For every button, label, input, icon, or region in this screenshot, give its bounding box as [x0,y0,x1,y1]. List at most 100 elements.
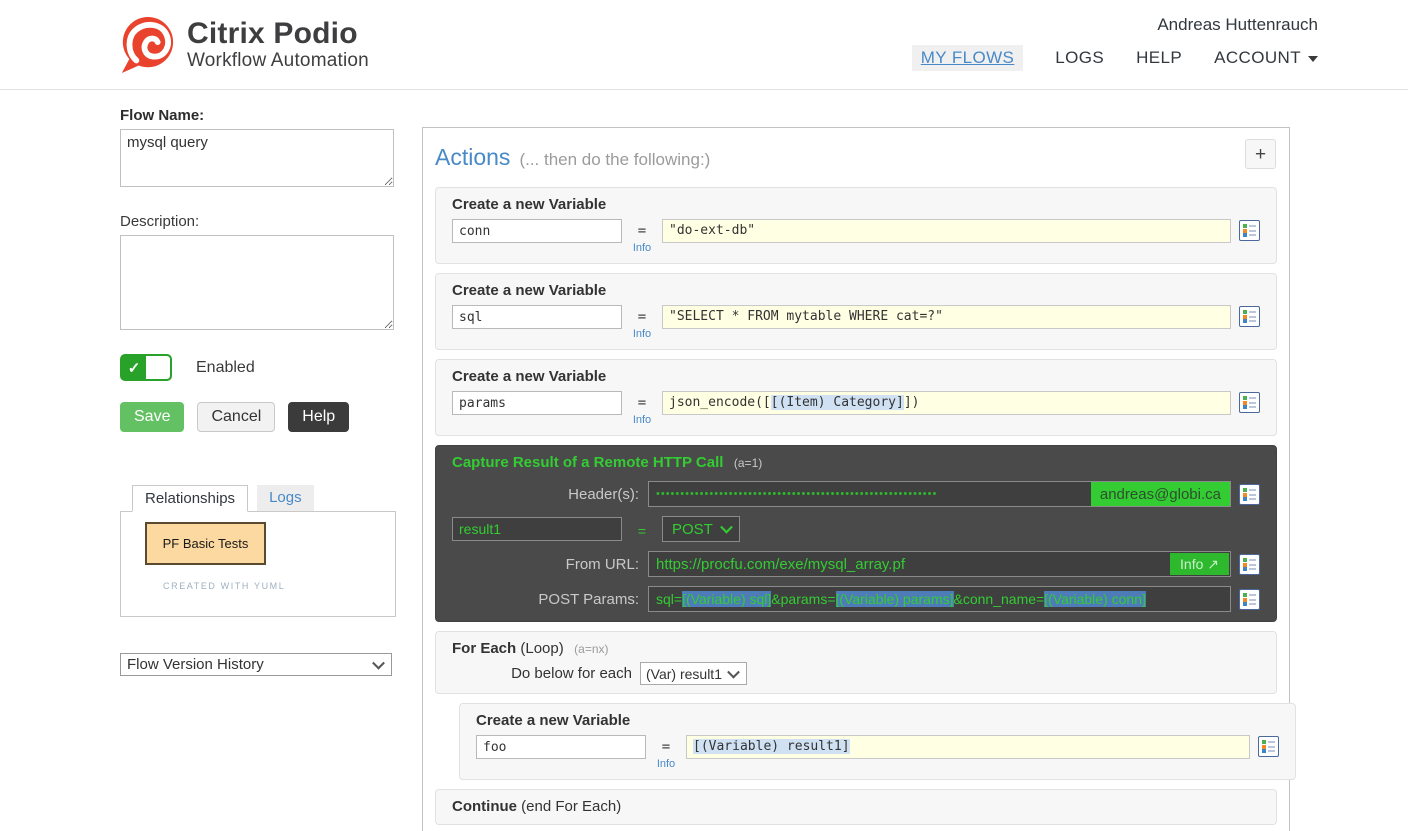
actions-subtitle: (... then do the following:) [519,150,710,170]
info-link[interactable]: Info [622,328,662,340]
equals-sign: = [622,222,662,240]
card-title: Continue [452,798,517,815]
checkmark-icon: ✓ [122,356,146,379]
action-card-create-variable-params: Create a new Variable = Info json_encode(… [435,359,1277,436]
action-badge: (a=1) [734,456,762,470]
tab-relationships[interactable]: Relationships [132,485,248,512]
variable-name-input[interactable] [476,735,646,759]
description-textarea[interactable] [120,235,394,330]
action-card-remote-http-call: Capture Result of a Remote HTTP Call (a=… [435,445,1277,622]
action-badge: (a=nx) [574,642,608,656]
help-button[interactable]: Help [288,402,349,432]
sidebar: Flow Name: mysql query Description: ✓ En… [120,107,396,676]
flow-version-history-select[interactable]: Flow Version History [120,653,392,676]
card-title: Create a new Variable [452,196,1260,213]
post-params-field[interactable]: sql=[(Variable) sql]&params=[(Variable) … [648,586,1231,612]
enabled-toggle[interactable]: ✓ [120,354,172,381]
info-link[interactable]: Info [646,758,686,770]
toggle-knob [146,356,170,379]
flow-name-label: Flow Name: [120,107,396,124]
cancel-button[interactable]: Cancel [197,402,275,432]
result-variable-input[interactable] [452,517,622,541]
action-card-create-variable-conn: Create a new Variable = Info "do-ext-db" [435,187,1277,264]
variable-value-field[interactable]: "SELECT * FROM mytable WHERE cat=?" [662,305,1231,329]
method-select-wrap: POST [662,516,740,542]
brand: Citrix Podio Workflow Automation [118,15,369,75]
card-title: Capture Result of a Remote HTTP Call [452,454,723,471]
token-picker-icon[interactable] [1239,392,1260,413]
variable-value-field[interactable]: "do-ext-db" [662,219,1231,243]
equals-sign: = [622,522,662,540]
main-nav: MY FLOWS LOGS HELP ACCOUNT [912,45,1318,71]
description-label: Description: [120,213,396,230]
actions-title: Actions [435,144,510,171]
brand-title: Citrix Podio [187,18,369,50]
foreach-source-select[interactable]: (Var) result1 [640,662,747,685]
variable-value-field[interactable]: [(Variable) result1] [686,735,1250,759]
brand-subtitle: Workflow Automation [187,50,369,72]
url-field[interactable]: https://procfu.com/exe/mysql_array.pf In… [648,551,1231,577]
headers-account-badge: andreas@globi.ca [1091,482,1230,506]
header-right: Andreas Huttenrauch MY FLOWS LOGS HELP A… [912,15,1318,71]
save-button[interactable]: Save [120,402,184,432]
post-params-label: POST Params: [452,591,648,608]
chevron-down-icon [1308,56,1318,62]
from-url-label: From URL: [452,556,648,573]
card-title: For Each [452,640,516,657]
enabled-label: Enabled [196,359,255,377]
action-card-create-variable-sql: Create a new Variable = Info "SELECT * FR… [435,273,1277,350]
variable-value-field[interactable]: json_encode([[(Item) Category]]) [662,391,1231,415]
card-title-suffix: (Loop) [516,640,564,657]
action-card-for-each: For Each (Loop) (a=nx) Do below for each… [435,631,1277,694]
variable-name-input[interactable] [452,391,622,415]
user-name: Andreas Huttenrauch [912,15,1318,35]
flow-version-history-wrap: Flow Version History [120,653,392,676]
equals-sign: = [622,308,662,326]
headers-field[interactable]: ••••••••••••••••••••••••••••••••••••••••… [648,481,1231,507]
enabled-row: ✓ Enabled [120,354,396,381]
equals-sign: = [646,738,686,756]
nav-help[interactable]: HELP [1136,48,1182,68]
button-row: Save Cancel Help [120,402,396,432]
brand-text: Citrix Podio Workflow Automation [187,18,369,72]
info-link[interactable]: Info [622,242,662,254]
equals-sign: = [622,394,662,412]
token-picker-icon[interactable] [1239,484,1260,505]
url-info-badge[interactable]: Info ↗ [1170,553,1229,575]
sidebar-tabs: Relationships Logs [120,485,396,511]
actions-header: Actions (... then do the following:) [435,144,1277,171]
url-value: https://procfu.com/exe/mysql_array.pf [656,556,905,573]
flow-name-textarea[interactable]: mysql query [120,129,394,187]
masked-value: ••••••••••••••••••••••••••••••••••••••••… [656,488,937,500]
card-title: Create a new Variable [452,282,1260,299]
nav-logs[interactable]: LOGS [1055,48,1104,68]
page: Citrix Podio Workflow Automation Andreas… [0,0,1408,831]
diagram-node-pf-basic-tests[interactable]: PF Basic Tests [145,522,266,565]
action-card-create-variable-foo: Create a new Variable = Info [(Variable) … [459,703,1296,780]
add-action-button[interactable]: + [1245,139,1276,169]
foreach-row-label: Do below for each [452,665,632,682]
foreach-select-wrap: (Var) result1 [632,662,747,685]
variable-name-input[interactable] [452,305,622,329]
nav-account[interactable]: ACCOUNT [1214,48,1318,68]
http-method-select[interactable]: POST [662,516,740,542]
podio-logo-icon [118,15,176,75]
tab-logs[interactable]: Logs [257,485,314,511]
token-picker-icon[interactable] [1239,589,1260,610]
info-link[interactable]: Info [622,414,662,426]
actions-panel: Actions (... then do the following:) + C… [422,127,1290,831]
token-picker-icon[interactable] [1239,554,1260,575]
nav-my-flows[interactable]: MY FLOWS [912,45,1024,71]
yuml-credit: CREATED WITH YUML [163,581,395,591]
variable-name-input[interactable] [452,219,622,243]
nav-account-label: ACCOUNT [1214,48,1301,67]
top-header: Citrix Podio Workflow Automation Andreas… [0,0,1408,90]
action-card-continue: Continue (end For Each) [435,789,1277,825]
token-picker-icon[interactable] [1239,220,1260,241]
card-title: Create a new Variable [476,712,1279,729]
card-title: Create a new Variable [452,368,1260,385]
token-picker-icon[interactable] [1258,736,1279,757]
token-picker-icon[interactable] [1239,306,1260,327]
headers-label: Header(s): [452,486,648,503]
relationships-diagram: PF Basic Tests CREATED WITH YUML [120,511,396,617]
